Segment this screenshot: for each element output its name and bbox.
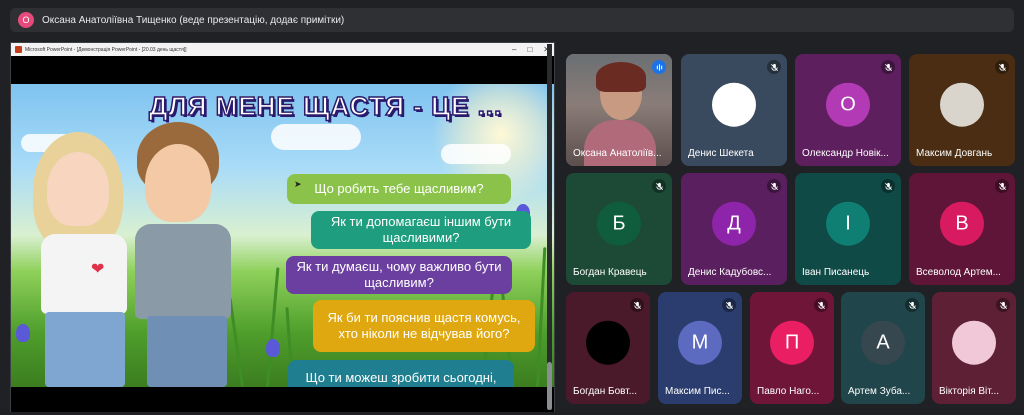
participant-name: Іван Писанець: [802, 267, 870, 278]
participant-photo: [586, 320, 630, 365]
cloud: [271, 124, 361, 150]
participant-avatar: Б: [597, 201, 641, 246]
mouse-cursor-icon: ➤: [294, 179, 302, 189]
heart-icon: ❤: [91, 261, 105, 278]
participant-tile[interactable]: Денис Шекета: [681, 54, 787, 166]
participant-avatar: П: [770, 320, 814, 365]
participant-avatar: А: [861, 320, 905, 365]
muted-mic-icon: [996, 298, 1010, 312]
letterbox-top: [11, 56, 554, 84]
participant-tile[interactable]: Оксана Анатоліїв...: [566, 54, 672, 166]
letterbox-bottom: [11, 387, 554, 412]
participant-photo: [952, 320, 996, 365]
scrollbar-thumb[interactable]: [547, 362, 552, 410]
muted-mic-icon: [652, 179, 666, 193]
participant-name: Оксана Анатоліїв...: [573, 148, 662, 159]
powerpoint-window-title: Microsoft PowerPoint - [Демонстрація Pow…: [25, 46, 187, 53]
girl-shirt: [41, 234, 127, 314]
participant-avatar: Д: [712, 201, 756, 246]
question-5: Що ти можеш зробити сьогодні, щоб зробит…: [288, 360, 514, 387]
muted-mic-icon: [995, 179, 1009, 193]
participant-name: Богдан Кравець: [573, 267, 647, 278]
participant-avatar: І: [826, 201, 870, 246]
boy-face: [145, 144, 211, 222]
participant-tile[interactable]: О Олександр Новік...: [795, 54, 901, 166]
muted-mic-icon: [905, 298, 919, 312]
participant-name: Максим Пис...: [665, 386, 730, 397]
question-3: Як ти думаєш, чому важливо бути щасливим…: [286, 256, 512, 294]
participant-name: Павло Наго...: [757, 386, 820, 397]
muted-mic-icon: [814, 298, 828, 312]
participant-avatar: О: [826, 82, 870, 127]
participant-tile[interactable]: А Артем Зуба...: [841, 292, 925, 404]
presenter-avatar: О: [18, 12, 34, 28]
meeting-window: О Оксана Анатоліївна Тищенко (веде презе…: [0, 0, 1024, 415]
presenter-label: Оксана Анатоліївна Тищенко (веде презент…: [42, 14, 345, 26]
participant-name: Всеволод Артем...: [916, 267, 1001, 278]
participant-body: [584, 120, 656, 166]
scrollbar[interactable]: [547, 44, 552, 410]
participant-name: Олександр Новік...: [802, 148, 889, 159]
muted-mic-icon: [881, 179, 895, 193]
muted-mic-icon: [995, 60, 1009, 74]
participant-tile[interactable]: П Павло Наго...: [750, 292, 834, 404]
speaking-indicator-icon: [652, 60, 666, 74]
girl-face: [47, 152, 109, 226]
participant-name: Артем Зуба...: [848, 386, 911, 397]
participant-tile[interactable]: М Максим Пис...: [658, 292, 742, 404]
boy-jeans: [147, 316, 227, 387]
participant-tile[interactable]: Богдан Бовт...: [566, 292, 650, 404]
participant-tile[interactable]: Д Денис Кадубовс...: [681, 173, 787, 285]
powerpoint-icon: [15, 46, 22, 53]
flower: [16, 324, 30, 342]
question-2: Як ти допомагаєш іншим бути щасливими?: [311, 211, 531, 249]
boy-shirt: [135, 224, 231, 319]
muted-mic-icon: [881, 60, 895, 74]
participant-name: Богдан Бовт...: [573, 386, 638, 397]
participant-name: Вікторія Віт...: [939, 386, 1000, 397]
muted-mic-icon: [722, 298, 736, 312]
minimize-icon[interactable]: –: [512, 43, 516, 56]
participant-name: Денис Кадубовс...: [688, 267, 772, 278]
participant-hair: [596, 62, 646, 92]
participant-photo: [940, 82, 984, 127]
participant-tile[interactable]: Вікторія Віт...: [932, 292, 1016, 404]
participant-avatar: В: [940, 201, 984, 246]
shared-screen[interactable]: Microsoft PowerPoint - [Демонстрація Pow…: [10, 42, 555, 412]
participant-tile[interactable]: Максим Довгань: [909, 54, 1015, 166]
cloud: [441, 144, 511, 164]
girl-jeans: [45, 312, 125, 387]
participant-tile[interactable]: Б Богдан Кравець: [566, 173, 672, 285]
question-1: Що робить тебе щасливим?: [287, 174, 511, 204]
slide-title: ДЛЯ МЕНЕ ЩАСТЯ - ЦЕ ...: [148, 90, 503, 122]
flower: [266, 339, 280, 357]
muted-mic-icon: [630, 298, 644, 312]
participant-avatar: [712, 82, 756, 127]
slide: ❤ ДЛЯ МЕНЕ ЩАСТЯ - ЦЕ ... Що робить тебе…: [11, 84, 554, 387]
question-4: Як би ти пояснив щастя комусь, хто нікол…: [313, 300, 535, 352]
participant-name: Денис Шекета: [688, 148, 754, 159]
presenter-banner: О Оксана Анатоліївна Тищенко (веде презе…: [10, 8, 1014, 32]
powerpoint-titlebar: Microsoft PowerPoint - [Демонстрація Pow…: [11, 43, 554, 56]
participant-avatar: М: [678, 320, 722, 365]
muted-mic-icon: [767, 179, 781, 193]
maximize-icon[interactable]: □: [527, 43, 532, 56]
participant-tile[interactable]: І Іван Писанець: [795, 173, 901, 285]
participant-name: Максим Довгань: [916, 148, 993, 159]
participant-tile[interactable]: В Всеволод Артем...: [909, 173, 1015, 285]
muted-mic-icon: [767, 60, 781, 74]
